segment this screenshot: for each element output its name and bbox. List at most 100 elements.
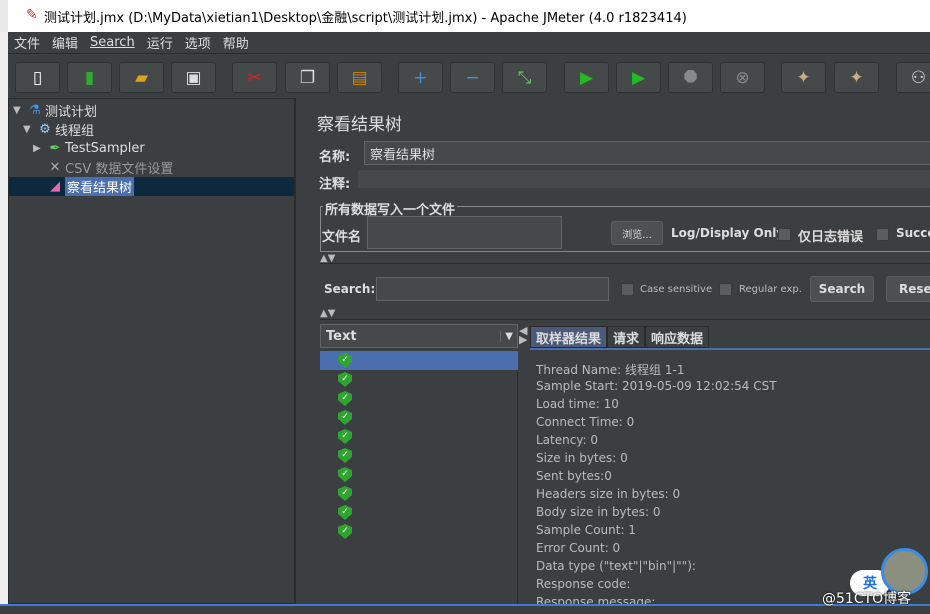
chevron-down-icon[interactable]: ▼ <box>500 330 513 342</box>
success-shield-icon: ✓ <box>338 467 352 482</box>
success-shield-icon: ✓ <box>338 372 352 387</box>
title-bar: ✎ 测试计划.jmx (D:\MyData\xietian1\Desktop\金… <box>0 0 930 32</box>
open-icon[interactable]: ▰ <box>119 62 164 93</box>
info-headers-size: Headers size in bytes: 0 <box>536 487 681 501</box>
background-window <box>0 32 8 614</box>
comment-field[interactable] <box>358 170 930 188</box>
result-row[interactable]: ✓ <box>320 351 518 370</box>
expand-arrow-icon[interactable]: ▼ <box>13 105 25 116</box>
case-sensitive-label: Case sensitive <box>640 284 713 295</box>
menu-search[interactable]: Search <box>84 35 141 50</box>
info-sample-start: Sample Start: 2019-05-09 12:02:54 CST <box>536 379 777 393</box>
name-label: 名称: <box>319 150 351 165</box>
stop-icon[interactable]: ⯃ <box>668 62 713 93</box>
success-shield-icon: ✓ <box>338 505 352 520</box>
info-connect-time: Connect Time: 0 <box>536 415 635 429</box>
success-shield-icon: ✓ <box>338 448 352 463</box>
success-shield-icon: ✓ <box>338 486 352 501</box>
start-no-pause-icon[interactable]: ▶ <box>616 62 661 93</box>
errors-only-checkbox[interactable] <box>778 228 791 241</box>
info-sample-count: Sample Count: 1 <box>536 523 636 537</box>
pipette-icon: ✒ <box>49 141 61 156</box>
expand-icon[interactable]: + <box>398 62 443 93</box>
expand-arrow-icon[interactable]: ▼ <box>23 124 35 135</box>
divider <box>320 263 930 264</box>
result-row[interactable]: ✓ <box>320 370 518 389</box>
search-input[interactable] <box>376 277 609 301</box>
result-row[interactable]: ✓ <box>320 408 518 427</box>
new-icon[interactable]: ▯ <box>15 62 60 93</box>
split-divider[interactable] <box>295 98 305 604</box>
collapse-arrows-icon[interactable]: ▲▼ <box>320 308 335 319</box>
menu-run[interactable]: 运行 <box>141 33 179 52</box>
info-latency: Latency: 0 <box>536 433 599 447</box>
tree-node-thread-group[interactable]: ▼ ⚙ 线程组 <box>23 120 94 139</box>
result-row[interactable]: ✓ <box>320 522 518 541</box>
templates-icon[interactable]: ▮ <box>67 62 112 93</box>
clear-icon[interactable]: ✦ <box>781 62 826 93</box>
errors-only-label: 仅日志错误 <box>798 230 864 245</box>
filename-label: 文件名 <box>322 230 362 245</box>
tree-node-test-plan[interactable]: ▼ ⚗ 测试计划 <box>13 101 97 120</box>
info-body-size: Body size in bytes: 0 <box>536 505 661 519</box>
info-load-time: Load time: 10 <box>536 397 619 411</box>
result-row[interactable]: ✓ <box>320 484 518 503</box>
menu-options[interactable]: 选项 <box>179 33 217 52</box>
taskbar-strip <box>0 604 930 614</box>
result-row[interactable]: ✓ <box>320 503 518 522</box>
info-error-count: Error Count: 0 <box>536 541 621 555</box>
cut-icon[interactable]: ✂ <box>232 62 277 93</box>
result-row[interactable]: ✓ <box>320 389 518 408</box>
filename-field[interactable] <box>367 216 562 249</box>
save-icon[interactable]: ▣ <box>171 62 216 93</box>
tools-icon: ✕ <box>49 160 61 175</box>
renderer-select[interactable]: Text ▼ <box>320 324 518 348</box>
copy-icon[interactable]: ❐ <box>285 62 330 93</box>
clear-all-icon[interactable]: ✦ <box>834 62 879 93</box>
result-row[interactable]: ✓ <box>320 427 518 446</box>
menu-edit[interactable]: 编辑 <box>46 33 84 52</box>
start-icon[interactable]: ▶ <box>564 62 609 93</box>
success-shield-icon: ✓ <box>338 429 352 444</box>
reset-button[interactable]: Reset <box>886 276 930 302</box>
info-sent-bytes: Sent bytes:0 <box>536 469 612 483</box>
successes-label: Succe <box>896 226 930 240</box>
tree-node-csv-config[interactable]: ✕ CSV 数据文件设置 <box>45 158 174 177</box>
browse-button[interactable]: 浏览... <box>611 221 663 245</box>
success-shield-icon: ✓ <box>338 391 352 406</box>
name-field[interactable]: 察看结果树 <box>364 141 930 165</box>
tab-request[interactable]: 请求 <box>607 326 646 348</box>
result-row[interactable]: ✓ <box>320 446 518 465</box>
info-size: Size in bytes: 0 <box>536 451 628 465</box>
chart-icon: ◢ <box>50 179 60 194</box>
search-binoculars-icon[interactable]: ⚇ <box>896 62 930 93</box>
results-list: ✓ ✓ ✓ ✓ ✓ ✓ ✓ ✓ ✓ ✓ <box>320 350 518 604</box>
collapse-icon[interactable]: − <box>450 62 495 93</box>
search-button[interactable]: Search <box>810 276 874 302</box>
shutdown-icon[interactable]: ⊗ <box>720 62 765 93</box>
collapse-arrow-icon[interactable]: ▶ <box>33 143 45 154</box>
test-plan-tree: ▼ ⚗ 测试计划 ▼ ⚙ 线程组 ▶ ✒ TestSampler ✕ CSV 数据文件设置 ◢… <box>8 98 295 604</box>
toggle-icon[interactable]: ⤡ <box>502 62 547 93</box>
watermark: @51CTO博客 <box>822 591 912 607</box>
split-arrows-icon[interactable]: ◀ ▶ <box>519 325 527 345</box>
tree-node-test-sampler[interactable]: ▶ ✒ TestSampler <box>33 139 145 158</box>
view-results-tree-panel: 察看结果树 名称: 察看结果树 注释: 所有数据写入一个文件 文件名 浏览...… <box>305 98 930 609</box>
divider <box>320 319 930 320</box>
tab-response-data[interactable]: 响应数据 <box>645 326 710 348</box>
paste-icon[interactable]: ▤ <box>337 62 382 93</box>
successes-checkbox[interactable] <box>876 228 889 241</box>
regex-checkbox[interactable] <box>719 283 732 296</box>
menu-help[interactable]: 帮助 <box>217 33 255 52</box>
tab-underline <box>530 348 930 350</box>
jmeter-feather-icon: ✎ <box>26 7 38 23</box>
menu-file[interactable]: 文件 <box>8 33 46 52</box>
result-row[interactable]: ✓ <box>320 465 518 484</box>
success-shield-icon: ✓ <box>338 410 352 425</box>
menu-bar: 文件 编辑 Search 运行 选项 帮助 <box>8 32 930 54</box>
tab-sampler-result[interactable]: 取样器结果 <box>530 326 608 348</box>
window-title: 测试计划.jmx (D:\MyData\xietian1\Desktop\金融\… <box>44 10 687 26</box>
tree-node-view-results-tree[interactable]: ◢ 察看结果树 <box>45 177 135 196</box>
success-shield-icon: ✓ <box>338 353 352 368</box>
case-sensitive-checkbox[interactable] <box>621 283 634 296</box>
